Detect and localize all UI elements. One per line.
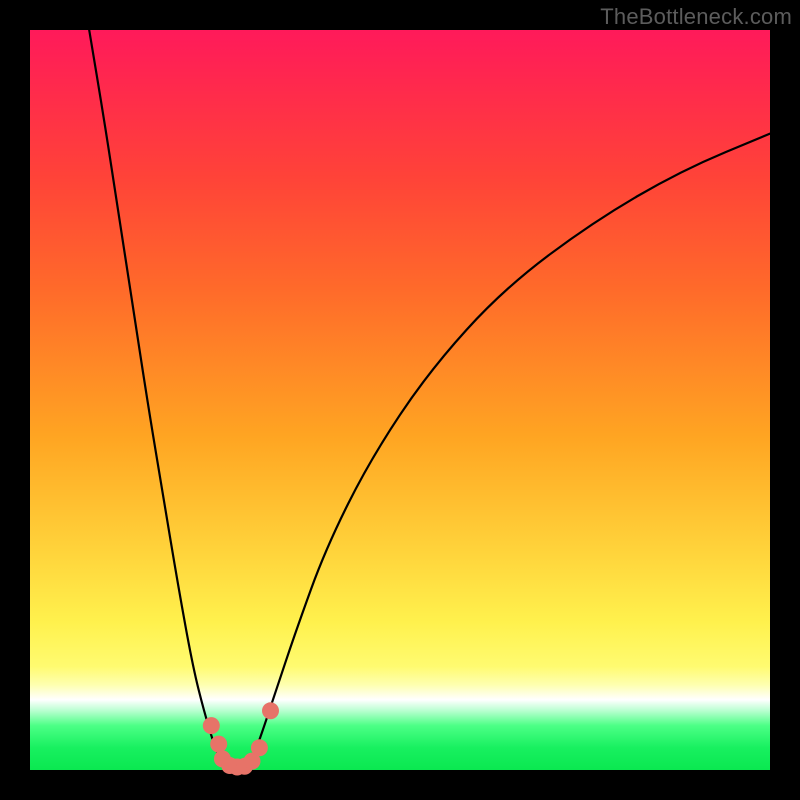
right-branch-curve — [237, 134, 770, 770]
chart-overlay — [30, 30, 770, 770]
left-branch-curve — [89, 30, 237, 770]
data-point — [210, 736, 227, 753]
data-point-cluster — [203, 702, 279, 775]
chart-frame: TheBottleneck.com — [0, 0, 800, 800]
watermark-text: TheBottleneck.com — [600, 4, 792, 30]
data-point — [262, 702, 279, 719]
data-point — [251, 739, 268, 756]
data-point — [203, 717, 220, 734]
